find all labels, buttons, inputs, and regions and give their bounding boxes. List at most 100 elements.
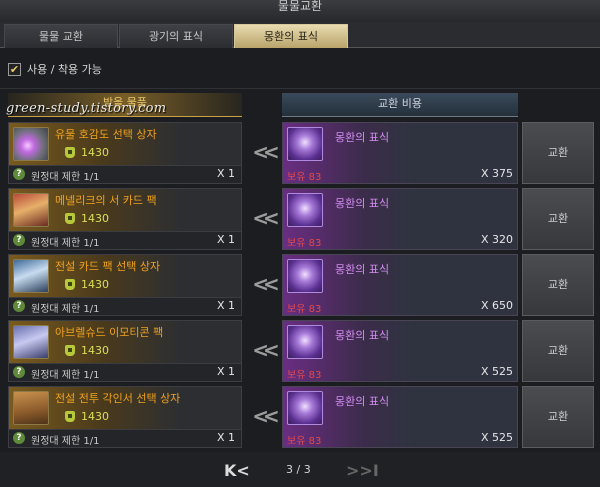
double-chevron-left-icon: << [252, 338, 280, 362]
purchase-limit: 원정대 제한 1/1 [31, 304, 100, 315]
last-page-button[interactable]: >>I [346, 461, 379, 480]
cost-card: 몽환의 표식 보유 83 X 375 [282, 122, 518, 184]
cost-quantity: X 525 [480, 431, 513, 444]
exchange-row: 유물 호감도 선택 상자 1430 ? 원정대 제한 1/1 X 1 << 몽환… [0, 122, 600, 184]
cost-quantity: X 320 [480, 233, 513, 246]
help-icon[interactable]: ? [13, 366, 25, 378]
double-chevron-left-icon: << [252, 404, 280, 428]
cost-card: 몽환의 표식 보유 83 X 650 [282, 254, 518, 316]
double-chevron-left-icon: << [252, 272, 280, 296]
pagination: K< 3 / 3 >>I [0, 452, 600, 487]
reward-top: 메넬리크의 서 카드 팩 1430 [9, 189, 241, 231]
dream-mark-icon [287, 325, 323, 359]
reward-card[interactable]: 전설 전투 각인서 선택 상자 1430 ? 원정대 제한 1/1 X 1 [8, 386, 242, 448]
exchange-row: 전설 전투 각인서 선택 상자 1430 ? 원정대 제한 1/1 X 1 <<… [0, 386, 600, 448]
tab-bar: 물물 교환 광기의 표식 몽환의 표식 [0, 22, 600, 48]
reward-limit-bar: ? 원정대 제한 1/1 X 1 [9, 429, 241, 447]
cost-quantity: X 375 [480, 167, 513, 180]
cost-item-name: 몽환의 표식 [335, 329, 390, 342]
purchase-limit: 원정대 제한 1/1 [31, 370, 100, 381]
reward-price: 1430 [65, 410, 109, 423]
exchange-row: 메넬리크의 서 카드 팩 1430 ? 원정대 제한 1/1 X 1 << 몽환… [0, 188, 600, 250]
gift-box-icon [13, 127, 49, 161]
coin-icon [65, 147, 75, 158]
cost-column-header: 교환 비용 [282, 93, 518, 117]
reward-name: 전설 카드 팩 선택 상자 [55, 260, 161, 273]
reward-price-value: 1430 [81, 344, 109, 357]
tab-dream-mark[interactable]: 몽환의 표식 [234, 24, 348, 48]
reward-price: 1430 [65, 344, 109, 357]
reward-name: 아브렐슈드 이모티콘 팩 [55, 326, 164, 339]
usable-checkbox[interactable]: ✔ [8, 62, 21, 76]
reward-quantity: X 1 [216, 299, 235, 312]
reward-price-value: 1430 [81, 278, 109, 291]
help-icon[interactable]: ? [13, 234, 25, 246]
watermark: green-study.tistory.com [6, 101, 167, 116]
divider [0, 88, 600, 89]
reward-card[interactable]: 유물 호감도 선택 상자 1430 ? 원정대 제한 1/1 X 1 [8, 122, 242, 184]
reward-quantity: X 1 [216, 233, 235, 246]
cost-item-name: 몽환의 표식 [335, 263, 390, 276]
reward-quantity: X 1 [216, 365, 235, 378]
reward-limit-bar: ? 원정대 제한 1/1 X 1 [9, 297, 241, 315]
reward-name: 메넬리크의 서 카드 팩 [55, 194, 157, 207]
coin-icon [65, 279, 75, 290]
reward-price: 1430 [65, 212, 109, 225]
tab-madness-mark[interactable]: 광기의 표식 [119, 24, 233, 48]
exchange-row: 아브렐슈드 이모티콘 팩 1430 ? 원정대 제한 1/1 X 1 << 몽환… [0, 320, 600, 382]
tab-barter[interactable]: 물물 교환 [4, 24, 118, 48]
double-chevron-left-icon: << [252, 206, 280, 230]
cost-card: 몽환의 표식 보유 83 X 525 [282, 320, 518, 382]
owned-count: 보유 83 [287, 304, 322, 315]
reward-top: 전설 전투 각인서 선택 상자 1430 [9, 387, 241, 429]
exchange-button[interactable]: 교환 [522, 320, 594, 382]
owned-count: 보유 83 [287, 172, 322, 183]
purchase-limit: 원정대 제한 1/1 [31, 238, 100, 249]
reward-top: 전설 카드 팩 선택 상자 1430 [9, 255, 241, 297]
owned-count: 보유 83 [287, 370, 322, 381]
dream-mark-icon [287, 193, 323, 227]
owned-count: 보유 83 [287, 238, 322, 249]
window-title: 물물교환 [277, 0, 323, 13]
exchange-button[interactable]: 교환 [522, 122, 594, 184]
cost-card: 몽환의 표식 보유 83 X 320 [282, 188, 518, 250]
first-page-button[interactable]: K< [224, 461, 250, 480]
help-icon[interactable]: ? [13, 432, 25, 444]
exchange-button[interactable]: 교환 [522, 386, 594, 448]
reward-card[interactable]: 전설 카드 팩 선택 상자 1430 ? 원정대 제한 1/1 X 1 [8, 254, 242, 316]
help-icon[interactable]: ? [13, 300, 25, 312]
usable-filter-label: 사용 / 착용 가능 [27, 63, 102, 76]
purchase-limit: 원정대 제한 1/1 [31, 172, 100, 183]
reward-price-value: 1430 [81, 146, 109, 159]
exchange-row: 전설 카드 팩 선택 상자 1430 ? 원정대 제한 1/1 X 1 << 몽… [0, 254, 600, 316]
reward-card[interactable]: 아브렐슈드 이모티콘 팩 1430 ? 원정대 제한 1/1 X 1 [8, 320, 242, 382]
dream-mark-icon [287, 391, 323, 425]
exchange-button[interactable]: 교환 [522, 254, 594, 316]
usable-filter[interactable]: ✔ 사용 / 착용 가능 [8, 60, 102, 78]
reward-limit-bar: ? 원정대 제한 1/1 X 1 [9, 231, 241, 249]
emoticon-pack-icon [13, 325, 49, 359]
exchange-button[interactable]: 교환 [522, 188, 594, 250]
cost-item-name: 몽환의 표식 [335, 131, 390, 144]
cost-item-name: 몽환의 표식 [335, 395, 390, 408]
coin-icon [65, 213, 75, 224]
reward-price: 1430 [65, 146, 109, 159]
cost-quantity: X 650 [480, 299, 513, 312]
help-icon[interactable]: ? [13, 168, 25, 180]
reward-name: 전설 전투 각인서 선택 상자 [55, 392, 181, 405]
reward-card[interactable]: 메넬리크의 서 카드 팩 1430 ? 원정대 제한 1/1 X 1 [8, 188, 242, 250]
card-pack-icon [13, 259, 49, 293]
page-indicator: 3 / 3 [286, 463, 311, 476]
cost-card: 몽환의 표식 보유 83 X 525 [282, 386, 518, 448]
double-chevron-left-icon: << [252, 140, 280, 164]
reward-price: 1430 [65, 278, 109, 291]
reward-limit-bar: ? 원정대 제한 1/1 X 1 [9, 165, 241, 183]
reward-name: 유물 호감도 선택 상자 [55, 128, 157, 141]
window-title-bar: 물물교환 [0, 0, 600, 22]
coin-icon [65, 345, 75, 356]
cost-item-name: 몽환의 표식 [335, 197, 390, 210]
satchel-icon [13, 391, 49, 425]
reward-limit-bar: ? 원정대 제한 1/1 X 1 [9, 363, 241, 381]
purchase-limit: 원정대 제한 1/1 [31, 436, 100, 447]
card-pack-icon [13, 193, 49, 227]
